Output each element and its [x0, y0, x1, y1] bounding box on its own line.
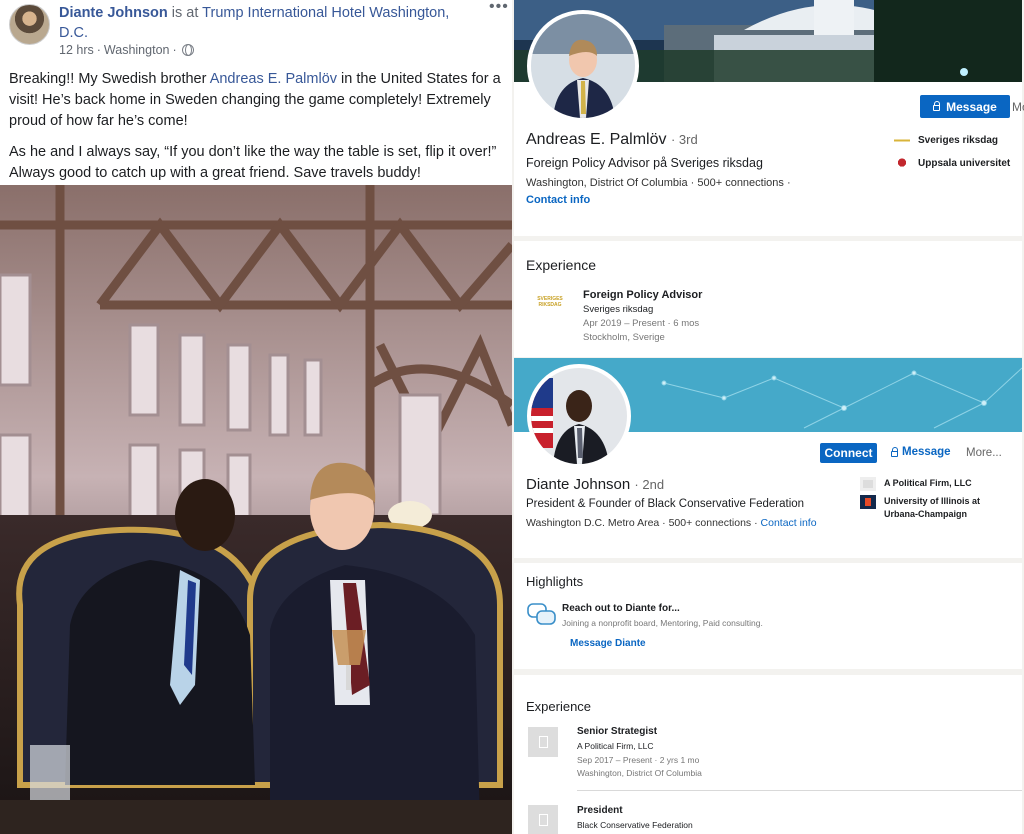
diante-message-button[interactable]: Message [891, 446, 951, 458]
andreas-name: Andreas E. Palmlöv · 3rd [526, 131, 698, 149]
andreas-location-line: Washington, District Of Columbia · 500+ … [526, 177, 791, 189]
andreas-org1-label: Sveriges riksdag [918, 135, 999, 146]
linkedin-screenshots: Message Mo Andreas E. Palmlöv · 3rd Fore… [512, 0, 1024, 834]
andreas-experience-card: Experience SVERIGES RIKSDAG Foreign Poli… [514, 241, 1022, 357]
diante-name-text: Diante Johnson [526, 476, 631, 493]
author-avatar[interactable] [9, 4, 50, 45]
company-placeholder-icon [528, 805, 558, 834]
diante-exp1-company: A Political Firm, LLC [577, 741, 654, 751]
diante-location-text: Washington D.C. Metro Area · 500+ connec… [526, 517, 758, 529]
meta-separator: · [172, 43, 177, 57]
diante-experience-card: Experience Senior Strategist A Political… [514, 675, 1022, 834]
uppsala-logo-icon [894, 157, 910, 171]
andreas-contact-info-link[interactable]: Contact info [526, 194, 590, 206]
andreas-exp-title[interactable]: Foreign Policy Advisor [583, 289, 702, 301]
globe-icon[interactable] [181, 44, 194, 56]
andreas-name-text: Andreas E. Palmlöv [526, 131, 667, 148]
diante-exp1-place: Washington, District Of Columbia [577, 768, 702, 778]
post-header: Diante Johnson is at Trump International… [59, 3, 479, 43]
diante-experience-heading: Experience [526, 699, 592, 714]
andreas-location-text: Washington, District Of Columbia · 500+ … [526, 177, 791, 189]
building-icon [860, 477, 876, 491]
post-paragraph-2: As he and I always say, “If you don’t li… [9, 144, 497, 181]
diante-contact-info-link[interactable]: Contact info [761, 517, 817, 529]
andreas-message-button[interactable]: Message [920, 95, 1010, 118]
post-photo[interactable] [0, 185, 512, 834]
p1-text-a: Breaking!! My Swedish brother [9, 71, 210, 87]
post-time[interactable]: 12 hrs [59, 43, 94, 57]
illinois-logo-icon [860, 495, 876, 509]
andreas-profile-card: Message Mo Andreas E. Palmlöv · 3rd Fore… [514, 0, 1024, 236]
diante-exp2-title[interactable]: President [577, 805, 623, 816]
post-options-icon[interactable]: ••• [489, 0, 509, 16]
highlight-title: Reach out to Diante for... [562, 603, 680, 614]
andreas-experience-heading: Experience [526, 257, 597, 273]
andreas-exp-place: Stockholm, Sverige [583, 332, 665, 343]
diante-org2-label: University of Illinois at Urbana-Champai… [884, 496, 981, 519]
riksdag-exp-logo: SVERIGES RIKSDAG [526, 289, 574, 315]
post-location[interactable]: Washington [104, 43, 170, 57]
diante-exp1-dates: Sep 2017 – Present · 2 yrs 1 mo [577, 755, 700, 765]
post-meta: 12 hrs · Washington · [59, 43, 194, 57]
connect-label: Connect [824, 446, 873, 460]
meta-separator: · [96, 43, 101, 57]
message-label: Message [946, 99, 997, 114]
andreas-degree: · 3rd [670, 132, 698, 147]
company-placeholder-icon [528, 727, 558, 757]
andreas-more-button[interactable]: Mo [1012, 100, 1024, 114]
diante-headline: President & Founder of Black Conservativ… [526, 498, 805, 510]
highlights-heading: Highlights [526, 574, 584, 589]
diante-name: Diante Johnson · 2nd [526, 476, 664, 493]
andreas-org2-label: Uppsala universitet [918, 158, 1011, 169]
andreas-org-uppsala[interactable]: Uppsala universitet [894, 157, 1010, 171]
diante-avatar[interactable] [527, 364, 631, 468]
diante-degree: · 2nd [634, 477, 665, 492]
mention-link[interactable]: Andreas E. Palmlöv [210, 71, 337, 87]
message-diante-link[interactable]: Message Diante [570, 638, 646, 649]
andreas-avatar[interactable] [527, 10, 639, 122]
diante-exp2-company: Black Conservative Federation [577, 820, 693, 830]
andreas-org-riksdag[interactable]: Sveriges riksdag [894, 134, 998, 148]
diante-profile-card: Connect Message More... Diante Johnson ·… [514, 358, 1022, 558]
is-at-text: is at [171, 5, 199, 21]
chat-bubbles-icon [527, 603, 556, 625]
diante-org-political-firm[interactable]: A Political Firm, LLC [860, 477, 972, 491]
author-name-link[interactable]: Diante Johnson [59, 5, 168, 21]
riksdag-logo-icon [894, 134, 910, 148]
diante-exp1-title[interactable]: Senior Strategist [577, 726, 657, 737]
diante-org1-label: A Political Firm, LLC [884, 478, 972, 488]
riksdag-exp-logo-text: SVERIGES RIKSDAG [537, 296, 563, 308]
diante-location-line: Washington D.C. Metro Area · 500+ connec… [526, 517, 817, 529]
post-body: Breaking!! My Swedish brother Andreas E.… [9, 69, 505, 194]
diante-highlights-card: Highlights Reach out to Diante for... Jo… [514, 563, 1022, 669]
lock-icon [933, 101, 941, 111]
andreas-headline: Foreign Policy Advisor på Sveriges riksd… [526, 156, 763, 170]
experience-divider [577, 790, 1022, 791]
diante-connect-button[interactable]: Connect [820, 443, 877, 463]
more-label: Mo [1012, 100, 1024, 114]
diante-org-illinois[interactable]: University of Illinois at Urbana-Champai… [860, 495, 1010, 521]
facebook-post: Diante Johnson is at Trump International… [0, 0, 512, 834]
lock-icon [891, 446, 898, 457]
post-paragraph-1: Breaking!! My Swedish brother Andreas E.… [9, 69, 505, 132]
more-label: More... [966, 447, 1002, 459]
highlight-subtitle: Joining a nonprofit board, Mentoring, Pa… [562, 618, 763, 628]
andreas-exp-dates: Apr 2019 – Present · 6 mos [583, 318, 700, 329]
diante-more-button[interactable]: More... [966, 447, 1002, 459]
andreas-exp-company: Sveriges riksdag [583, 304, 654, 315]
message-label: Message [902, 446, 951, 458]
